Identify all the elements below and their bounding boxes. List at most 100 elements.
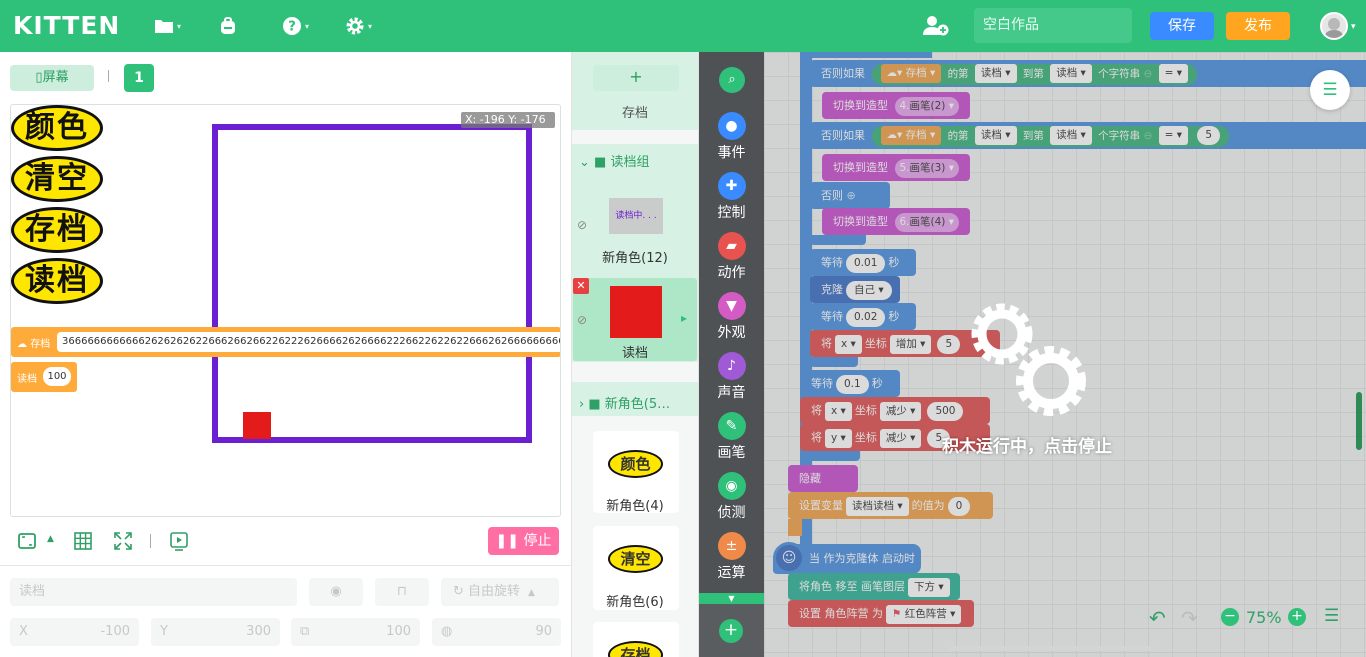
sprite-thumbnail[interactable]: 读档中. . . [609,198,663,234]
zoom-in-icon[interactable]: + [1288,608,1306,626]
variable-load-label: 读档 [17,374,37,385]
running-message[interactable]: 积木运行中，点击停止 [942,432,1112,457]
category-motion[interactable]: ▰ 动作 [699,232,764,282]
sprite-thumbnail[interactable] [610,286,662,338]
avatar-caret-icon[interactable]: ▾ [1351,22,1356,32]
y-position-field[interactable]: Y 300 [151,618,280,646]
help-menu[interactable]: ? ▾ [282,14,309,38]
file-menu[interactable]: ▾ [154,14,181,38]
fullscreen-icon[interactable] [17,531,37,551]
category-control[interactable]: ✚ 控制 [699,172,764,222]
category-sound[interactable]: ♪ 声音 [699,352,764,402]
block-search-icon[interactable]: ☰ [1310,70,1350,110]
redo-icon[interactable]: ↷ [1181,606,1198,630]
work-name-input[interactable]: 空白作品 [974,8,1132,43]
divider [150,534,151,548]
divider [108,70,109,82]
eye-hidden-icon[interactable]: ⊘ [577,218,587,232]
workspace-horizontal-scrollbar[interactable] [948,646,1154,651]
visibility-toggle[interactable]: ◉ [309,578,363,606]
lock-toggle[interactable]: ⊓ [375,578,429,606]
app-logo: KITTEN [13,11,121,40]
block-category-bar: ⌕ ● 事件 ✚ 控制 ▰ 动作 ▼ 外观 ♪ 声音 ✎ 画笔 ◉ 侦测 ± 运算 ▼ + [699,52,764,657]
rotate-icon: ↻ [453,584,469,599]
category-pen[interactable]: ✎ 画笔 [699,412,764,462]
add-sprite-button[interactable]: + [593,65,679,91]
backpack-icon [221,17,235,34]
chevron-down-icon: ⌄ [579,155,595,170]
x-position-field[interactable]: X -100 [10,618,139,646]
undo-icon[interactable]: ↶ [1149,606,1166,630]
pause-icon: ❚❚ [495,533,524,549]
settings-menu[interactable]: ▾ [345,14,372,38]
user-avatar[interactable] [1320,12,1348,40]
variable-monitor-save[interactable]: ☁ 存档 36666666666662626262622666266266226… [11,327,560,357]
screen-icon: ▯ [35,70,43,85]
toggle-icon: ● [717,112,746,140]
shirt-icon: ▼ [717,292,746,320]
caret-up-icon[interactable]: ▲ [47,534,54,544]
lock-icon: ⊓ [396,584,408,599]
scroll-down-icon[interactable]: ▼ [699,593,764,604]
category-sensing[interactable]: ◉ 侦测 [699,472,764,522]
red-square-sprite[interactable] [243,412,271,439]
eye-hidden-icon[interactable]: ⊘ [577,313,587,327]
grid-icon[interactable] [73,531,93,551]
running-gears-icon[interactable] [964,296,1094,420]
sprite-name[interactable]: 读档 [572,342,698,361]
category-events[interactable]: ● 事件 [699,112,764,162]
math-icon: ± [717,532,746,560]
folder-icon: ■ [588,397,605,412]
top-bar: KITTEN ▾ ? ▾ ▾ 空白作品 保存 发布 ▾ [0,0,1366,52]
resize-icon: ⧉ [300,624,310,639]
workspace-scrollbar[interactable] [1356,392,1362,450]
chevron-right-icon: › [579,397,589,412]
divider [0,565,571,566]
variable-monitor-load[interactable]: 读档 100 [11,362,77,392]
category-looks[interactable]: ▼ 外观 [699,292,764,342]
zoom-out-icon[interactable]: − [1221,608,1239,626]
screen-button[interactable]: ▯屏幕 [10,65,94,91]
svg-text:?: ? [288,20,296,35]
save-button[interactable]: 保存 [1150,12,1214,40]
stage-canvas[interactable]: 颜色 清空 存档 读档 X: -196 Y: -176 ☁ 存档 3666666… [10,104,561,517]
play-screen-icon[interactable] [169,531,189,551]
eye-icon: ◉ [330,584,342,599]
sprite-name[interactable]: 新角色(4) [572,495,698,514]
sprite-name[interactable]: 新角色(12) [572,247,698,266]
folder-icon [155,20,173,33]
purple-frame-sprite[interactable] [212,124,532,443]
sprite-list: + 存档 ⌄ ■ 读档组 ⊘ 读档中. . . 新角色(12) ✕ ⊘ ▸ 读档… [571,52,699,657]
publish-button[interactable]: 发布 [1226,12,1290,40]
sprite-name[interactable]: 存档 [572,102,698,121]
avatar-icon [1324,18,1344,38]
color-stage-button[interactable]: 颜色 [11,105,103,151]
size-field[interactable]: ⧉ 100 [291,618,420,646]
page-number[interactable]: 1 [124,64,154,92]
add-extension-icon[interactable]: + [719,619,743,643]
stop-button[interactable]: ❚❚ 停止 [488,527,559,555]
search-blocks-icon[interactable]: ⌕ [719,67,745,93]
backpack-menu[interactable] [218,14,238,38]
code-workspace[interactable]: 否则如果 ☁▾ 存档 ▾ 的第 读档 ▾ 到第 读档 ▾ 个字符串 ⊖ = ▾ … [764,52,1366,657]
variable-save-value: 3666666666666262626262266626626622622262… [57,332,560,352]
group-header-load[interactable]: ⌄ ■ 读档组 [579,151,649,170]
arrange-blocks-icon[interactable]: ☰ [1324,606,1339,626]
sprite-thumbnail[interactable]: 颜色 [608,450,663,478]
caret-up-icon: ▲ [528,588,535,598]
music-icon: ♪ [717,352,746,380]
delete-icon[interactable]: ✕ [573,278,589,294]
chevron-right-icon[interactable]: ▸ [681,311,687,325]
add-collaborator-button[interactable] [922,14,950,38]
sprite-thumbnail[interactable]: 清空 [608,545,663,573]
clear-stage-button[interactable]: 清空 [11,156,103,202]
save-stage-button[interactable]: 存档 [11,207,103,253]
direction-field[interactable]: ◍ 90 [432,618,561,646]
sprite-name[interactable]: 新角色(6) [572,591,698,610]
expand-icon[interactable] [113,531,133,551]
sprite-name-input[interactable]: 读档 [10,578,297,606]
category-operators[interactable]: ± 运算 [699,532,764,582]
rotation-mode-select[interactable]: ↻ 自由旋转 ▲ [441,578,559,606]
group-header-5[interactable]: › ■ 新角色(5… [579,393,670,412]
load-stage-button[interactable]: 读档 [11,258,103,304]
